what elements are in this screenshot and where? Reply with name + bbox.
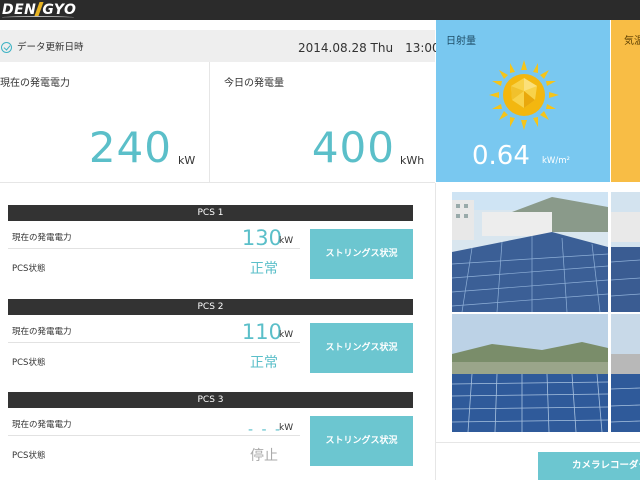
- solar-array-photo: [452, 314, 608, 432]
- pcs-power-row: 現在の発電電力 110 kW: [8, 317, 300, 344]
- pcs-power-label: 現在の発電電力: [12, 233, 72, 243]
- divider: [435, 183, 436, 480]
- pcs-status-label: PCS状態: [12, 264, 46, 274]
- today-energy-label: 今日の発電量: [224, 78, 284, 89]
- divider: [0, 182, 435, 183]
- pcs-status-value: 停止: [250, 448, 278, 464]
- solar-irradiance-label: 日射量: [446, 36, 476, 47]
- temperature-panel: 気温: [611, 20, 640, 182]
- pcs-power-row: 現在の発電電力 - - - kW: [8, 410, 300, 438]
- solar-irradiance-unit: kW/m²: [542, 156, 570, 166]
- today-energy-unit: kWh: [400, 154, 425, 167]
- pcs-status-row: PCS状態 停止: [8, 441, 300, 467]
- pcs-power-row: 現在の発電電力 130 kW: [8, 223, 300, 250]
- current-power-card: 現在の発電電力 240 kW: [0, 62, 208, 182]
- pcs-status-label: PCS状態: [12, 358, 46, 368]
- pcs-power-unit: kW: [279, 330, 294, 340]
- solar-array-photo: [452, 192, 608, 312]
- pcs-title: PCS 1: [8, 205, 413, 221]
- pcs-status-value: 正常: [250, 355, 278, 371]
- strings-status-button[interactable]: ストリングス状況: [310, 416, 413, 466]
- current-power-label: 現在の発電電力: [0, 78, 70, 89]
- pcs-panel: PCS 3 現在の発電電力 - - - kW PCS状態 停止 ストリングス状況: [8, 392, 413, 480]
- temperature-label: 気温: [624, 36, 640, 47]
- strings-status-button[interactable]: ストリングス状況: [310, 229, 413, 279]
- pcs-status-label: PCS状態: [12, 451, 46, 461]
- solar-irradiance-value: 0.64: [472, 141, 530, 171]
- pcs-panel: PCS 2 現在の発電電力 110 kW PCS状態 正常 ストリングス状況: [8, 299, 413, 387]
- pcs-power-unit: kW: [279, 236, 294, 246]
- sun-icon: [489, 60, 559, 130]
- denkyo-logo[interactable]: DEN GYO: [2, 1, 76, 19]
- update-label: データ更新日時: [17, 42, 84, 53]
- today-energy-card: 今日の発電量 400 kWh: [209, 62, 435, 182]
- solar-array-photo: [611, 314, 640, 432]
- pcs-panel: PCS 1 現在の発電電力 130 kW PCS状態 正常 ストリングス状況: [8, 205, 413, 293]
- pcs-status-value: 正常: [250, 261, 278, 277]
- pcs-status-row: PCS状態 正常: [8, 348, 300, 374]
- camera-recorder-button[interactable]: カメラレコーダー: [538, 452, 640, 480]
- update-datetime: 2014.08.28 Thu 13:00: [298, 41, 440, 55]
- pcs-status-row: PCS状態 正常: [8, 254, 300, 280]
- pcs-power-label: 現在の発電電力: [12, 420, 72, 430]
- solar-array-photo: [611, 192, 640, 312]
- pcs-title: PCS 2: [8, 299, 413, 315]
- pcs-power-unit: kW: [279, 423, 294, 433]
- today-energy-value: 400: [311, 123, 395, 172]
- current-power-value: 240: [88, 123, 172, 172]
- update-bar: データ更新日時 2014.08.28 Thu 13:00: [0, 30, 440, 62]
- pcs-power-label: 現在の発電電力: [12, 327, 72, 337]
- divider: [436, 442, 640, 443]
- pcs-power-value: 110: [241, 320, 282, 344]
- pcs-title: PCS 3: [8, 392, 413, 408]
- pcs-power-value: 130: [241, 226, 282, 250]
- top-bar: DEN GYO: [0, 0, 640, 20]
- current-power-unit: kW: [178, 154, 196, 167]
- check-circle-icon: [1, 42, 12, 53]
- pcs-power-value: - - -: [247, 422, 282, 438]
- strings-status-button[interactable]: ストリングス状況: [310, 323, 413, 373]
- logo-swoosh-icon: [2, 16, 74, 19]
